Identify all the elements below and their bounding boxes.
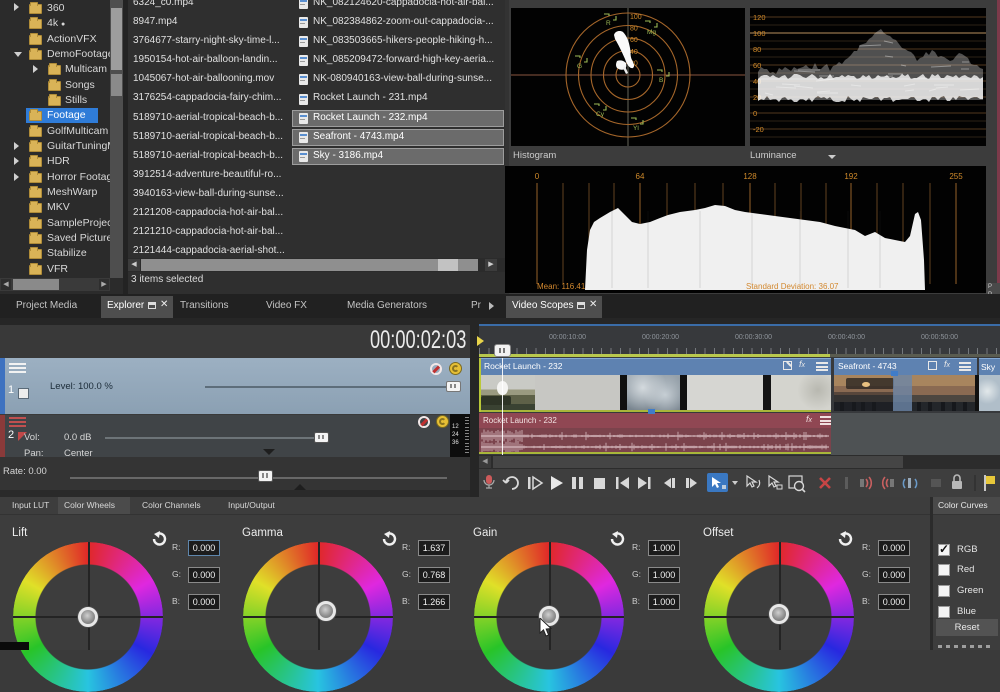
svg-text:120: 120	[753, 13, 766, 22]
svg-text:0: 0	[753, 109, 757, 118]
svg-text:G: G	[577, 63, 582, 70]
svg-text:0: 0	[535, 172, 540, 181]
svg-text:Cy: Cy	[596, 111, 605, 118]
svg-text:255: 255	[949, 172, 963, 181]
svg-text:Mg: Mg	[647, 29, 656, 36]
svg-text:100: 100	[630, 14, 642, 21]
svg-text:-20: -20	[753, 125, 764, 134]
svg-text:192: 192	[844, 172, 858, 181]
svg-text:R: R	[606, 20, 611, 27]
svg-text:Mean: 116.41: Mean: 116.41	[537, 282, 586, 291]
svg-text:100: 100	[753, 29, 766, 38]
svg-text:128: 128	[743, 172, 757, 181]
svg-text:Yl: Yl	[633, 125, 639, 132]
svg-text:B: B	[659, 77, 663, 84]
svg-text:80: 80	[630, 26, 638, 33]
svg-text:64: 64	[636, 172, 645, 181]
svg-text:40: 40	[630, 49, 638, 56]
svg-text:60: 60	[630, 37, 638, 44]
svg-text:80: 80	[753, 45, 761, 54]
svg-text:Standard Deviation: 36.07: Standard Deviation: 36.07	[746, 282, 839, 291]
